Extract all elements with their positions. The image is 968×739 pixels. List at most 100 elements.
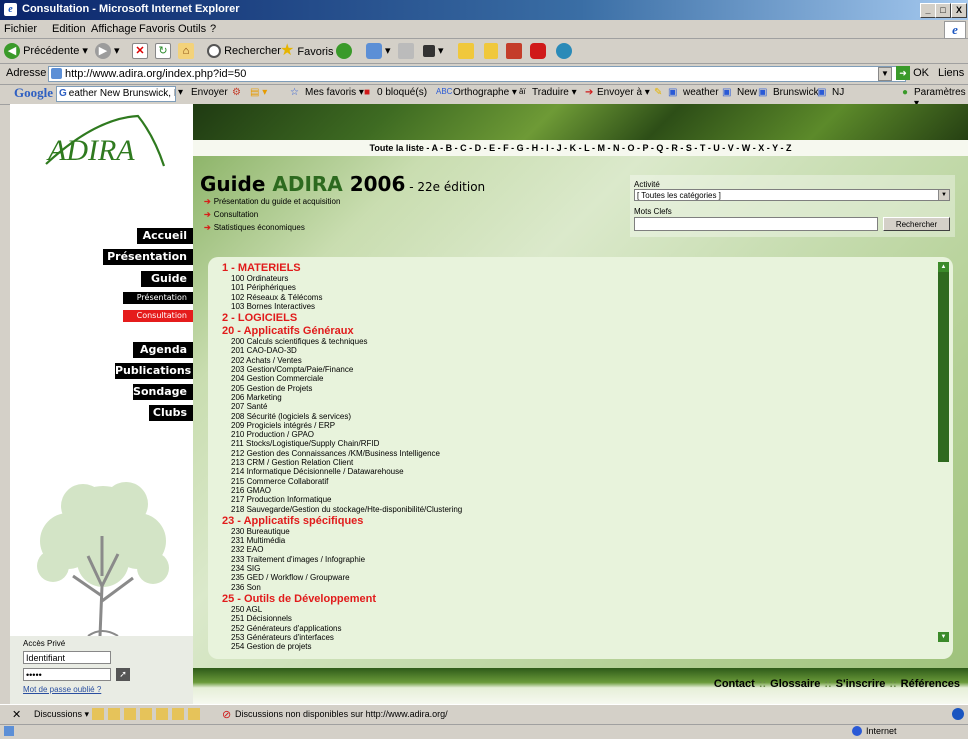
- alphabet-index[interactable]: Toute la liste - A - B - C - D - E - F -…: [193, 140, 968, 156]
- category-item[interactable]: 207 Santé: [222, 402, 922, 411]
- window-title-bar[interactable]: e Consultation - Microsoft Internet Expl…: [0, 0, 968, 20]
- search-submit-button[interactable]: Rechercher: [883, 217, 950, 231]
- category-item[interactable]: 214 Informatique Décisionnelle / Datawar…: [222, 467, 922, 476]
- guide-link-statistiques[interactable]: ➔ Statistiques économiques: [204, 223, 305, 232]
- adira-logo[interactable]: ADIRA: [36, 112, 171, 172]
- category-item[interactable]: 254 Gestion de projets: [222, 642, 922, 651]
- menu-edition[interactable]: Edition: [52, 23, 86, 35]
- category-item[interactable]: 232 EAO: [222, 545, 922, 554]
- category-item[interactable]: 213 CRM / Gestion Relation Client: [222, 458, 922, 467]
- category-item[interactable]: 212 Gestion des Connaissances /KM/Busine…: [222, 449, 922, 458]
- category-item[interactable]: 211 Stocks/Logistique/Supply Chain/RFID: [222, 439, 922, 448]
- google-item-new[interactable]: New: [737, 87, 757, 98]
- links-label[interactable]: Liens: [938, 67, 964, 79]
- google-item-traduire[interactable]: Traduire ▾: [532, 87, 577, 98]
- lock-button[interactable]: [530, 42, 546, 60]
- forgot-password-link[interactable]: Mot de passe oublié ?: [23, 685, 101, 694]
- stop-button[interactable]: ✕: [132, 42, 148, 60]
- category-item[interactable]: 251 Décisionnels: [222, 614, 922, 623]
- category-item[interactable]: 102 Réseaux & Télécoms: [222, 293, 922, 302]
- password-input[interactable]: [23, 668, 111, 681]
- messenger-people-button[interactable]: [556, 42, 572, 60]
- close-button[interactable]: X: [951, 3, 967, 18]
- google-item-envoyer-a[interactable]: Envoyer à ▾: [597, 87, 650, 98]
- nav-accueil[interactable]: Accueil: [137, 228, 193, 244]
- google-news-icon[interactable]: ▤ ▾: [250, 87, 267, 98]
- google-item-envoyer[interactable]: Envoyer: [191, 87, 228, 98]
- menu-fichier[interactable]: Fichier: [4, 23, 37, 35]
- google-settings-icon[interactable]: ⚙: [232, 87, 241, 98]
- scroll-down-icon[interactable]: ▼: [938, 632, 949, 642]
- google-item-brunswick[interactable]: Brunswick: [773, 87, 819, 98]
- favorites-button[interactable]: ★ Favoris: [280, 42, 333, 60]
- refresh-button[interactable]: ↻: [155, 42, 171, 60]
- edit-button[interactable]: ▾: [423, 42, 444, 60]
- home-button[interactable]: ⌂: [178, 42, 194, 60]
- google-logo[interactable]: Google: [14, 85, 53, 101]
- print-button[interactable]: [398, 42, 414, 60]
- category-list[interactable]: 1 - MATERIELS 100 Ordinateurs 101 Périphér…: [208, 257, 953, 659]
- discussions-close-icon[interactable]: ✕: [12, 708, 21, 721]
- category-item[interactable]: 205 Gestion de Projets: [222, 384, 922, 393]
- history-button[interactable]: ▾: [366, 42, 391, 60]
- category-item[interactable]: 216 GMAO: [222, 486, 922, 495]
- category-heading[interactable]: 2 - LOGICIELS: [222, 312, 922, 324]
- category-item[interactable]: 230 Bureautique: [222, 527, 922, 536]
- login-submit-button[interactable]: ➚: [116, 668, 130, 681]
- category-heading[interactable]: 23 - Applicatifs spécifiques: [222, 515, 922, 527]
- google-item-weather[interactable]: weather: [683, 87, 719, 98]
- category-item[interactable]: 217 Production Informatique: [222, 495, 922, 504]
- nav-agenda[interactable]: Agenda: [133, 342, 193, 358]
- category-item[interactable]: 103 Bornes Interactives: [222, 302, 922, 311]
- scrollbar-thumb[interactable]: [938, 262, 949, 462]
- category-item[interactable]: 252 Générateurs d'applications: [222, 624, 922, 633]
- category-item[interactable]: 201 CAO-DAO-3D: [222, 346, 922, 355]
- google-search-dropdown[interactable]: ▾: [178, 87, 183, 98]
- folder-button[interactable]: [458, 42, 474, 60]
- footer-link-contact[interactable]: Contact: [714, 678, 755, 690]
- media-button[interactable]: [336, 42, 352, 60]
- forward-button[interactable]: ▶ ▾: [95, 42, 120, 60]
- menu-affichage[interactable]: Affichage: [91, 23, 137, 35]
- research-button[interactable]: [506, 42, 522, 60]
- category-item[interactable]: 100 Ordinateurs: [222, 274, 922, 283]
- address-input[interactable]: http://www.adira.org/index.php?id=50: [48, 66, 906, 82]
- nav-publications[interactable]: Publications: [115, 363, 193, 379]
- search-button[interactable]: Rechercher: [207, 42, 281, 60]
- category-item[interactable]: 208 Sécurité (logiciels & services): [222, 412, 922, 421]
- category-item[interactable]: 200 Calculs scientifiques & techniques: [222, 337, 922, 346]
- category-item[interactable]: 204 Gestion Commerciale: [222, 374, 922, 383]
- menu-help[interactable]: ?: [210, 23, 216, 35]
- category-item[interactable]: 206 Marketing: [222, 393, 922, 402]
- google-item-mes-favoris[interactable]: Mes favoris ▾: [305, 87, 364, 98]
- category-item[interactable]: 202 Achats / Ventes: [222, 356, 922, 365]
- category-item[interactable]: 234 SIG: [222, 564, 922, 573]
- category-item[interactable]: 236 Son: [222, 583, 922, 592]
- google-item-orthographe[interactable]: Orthographe ▾: [453, 87, 517, 98]
- menu-favoris[interactable]: Favoris: [139, 23, 175, 35]
- guide-link-consultation[interactable]: ➔ Consultation: [204, 210, 258, 219]
- category-heading[interactable]: 20 - Applicatifs Généraux: [222, 325, 922, 337]
- footer-link-glossaire[interactable]: Glossaire: [770, 678, 820, 690]
- minimize-button[interactable]: _: [920, 3, 936, 18]
- list-scrollbar[interactable]: ▲ ▼: [938, 262, 949, 646]
- nav-guide[interactable]: Guide: [141, 271, 193, 287]
- address-dropdown-button[interactable]: ▼: [878, 67, 892, 81]
- category-item[interactable]: 215 Commerce Collaboratif: [222, 477, 922, 486]
- category-item[interactable]: 235 GED / Workflow / Groupware: [222, 573, 922, 582]
- google-item-nj[interactable]: NJ: [832, 87, 844, 98]
- category-item[interactable]: 210 Production / GPAO: [222, 430, 922, 439]
- category-item[interactable]: 209 Progiciels intégrés / ERP: [222, 421, 922, 430]
- nav-sub-consultation[interactable]: Consultation: [123, 310, 193, 322]
- category-item[interactable]: 203 Gestion/Compta/Paie/Finance: [222, 365, 922, 374]
- messenger-button[interactable]: [484, 42, 498, 60]
- nav-sondage[interactable]: Sondage: [133, 384, 193, 400]
- keywords-input[interactable]: [634, 217, 878, 231]
- category-item[interactable]: 250 AGL: [222, 605, 922, 614]
- identifier-input[interactable]: [23, 651, 111, 664]
- category-item[interactable]: 101 Périphériques: [222, 283, 922, 292]
- nav-clubs[interactable]: Clubs: [149, 405, 193, 421]
- discussions-menu[interactable]: Discussions ▾: [34, 709, 89, 720]
- activity-select[interactable]: [ Toutes les catégories ] ▼: [634, 189, 950, 201]
- google-item-blocked[interactable]: 0 bloqué(s): [377, 87, 427, 98]
